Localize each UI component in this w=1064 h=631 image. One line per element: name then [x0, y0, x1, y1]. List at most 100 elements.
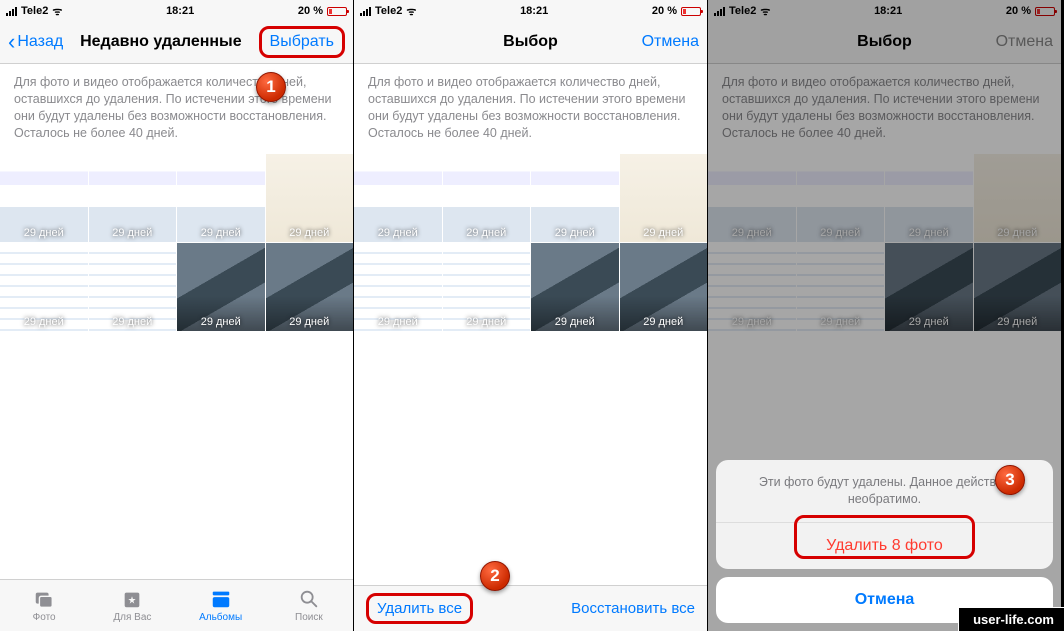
thumbnail-grid: 29 дней29 дней29 дней29 дней29 дней29 дн…: [0, 154, 353, 331]
days-remaining-label: 29 дней: [974, 316, 1062, 328]
battery-pct: 20 %: [1006, 5, 1031, 17]
status-time: 18:21: [166, 5, 194, 17]
days-remaining-label: 29 дней: [0, 316, 88, 328]
tab-photos[interactable]: Фото: [0, 580, 88, 631]
days-remaining-label: 29 дней: [89, 227, 177, 239]
wifi-icon: ᯤ: [52, 4, 62, 19]
photo-thumbnail[interactable]: 29 дней: [620, 243, 708, 331]
photo-thumbnail[interactable]: 29 дней: [708, 243, 796, 331]
chevron-left-icon: ‹: [8, 31, 15, 53]
tab-label: Альбомы: [199, 612, 242, 623]
step-badge-2: 2: [480, 561, 510, 591]
foryou-icon: [120, 588, 144, 610]
signal-icon: [6, 7, 17, 16]
days-remaining-label: 29 дней: [620, 316, 708, 328]
days-remaining-label: 29 дней: [0, 227, 88, 239]
nav-bar: Выбор Отмена: [708, 20, 1061, 64]
photo-thumbnail[interactable]: 29 дней: [89, 243, 177, 331]
days-remaining-label: 29 дней: [266, 227, 354, 239]
back-label: Назад: [17, 33, 63, 51]
days-remaining-label: 29 дней: [531, 316, 619, 328]
thumbnail-grid: 29 дней29 дней29 дней29 дней29 дней29 дн…: [708, 154, 1061, 331]
days-remaining-label: 29 дней: [708, 227, 796, 239]
status-time: 18:21: [520, 5, 548, 17]
days-remaining-label: 29 дней: [89, 316, 177, 328]
info-text: Для фото и видео отображается количество…: [0, 64, 353, 154]
thumbnail-grid: 29 дней29 дней29 дней29 дней29 дней29 дн…: [354, 154, 707, 331]
step-badge-3: 3: [995, 465, 1025, 495]
step-badge-1: 1: [256, 72, 286, 102]
screen-3: Tele2 ᯤ 18:21 20 % Выбор Отмена Для фото…: [708, 0, 1062, 631]
photo-thumbnail[interactable]: 29 дней: [531, 154, 619, 242]
status-bar: Tele2 ᯤ 18:21 20 %: [708, 0, 1061, 20]
days-remaining-label: 29 дней: [177, 227, 265, 239]
days-remaining-label: 29 дней: [266, 316, 354, 328]
photo-thumbnail[interactable]: 29 дней: [177, 243, 265, 331]
photo-thumbnail[interactable]: 29 дней: [885, 154, 973, 242]
tab-albums[interactable]: Альбомы: [177, 580, 265, 631]
days-remaining-label: 29 дней: [354, 316, 442, 328]
battery-icon: [327, 7, 347, 16]
empty-area: [0, 331, 353, 580]
photo-thumbnail[interactable]: 29 дней: [708, 154, 796, 242]
delete-photos-button[interactable]: Удалить 8 фото: [716, 523, 1053, 569]
photo-thumbnail[interactable]: 29 дней: [443, 154, 531, 242]
days-remaining-label: 29 дней: [620, 227, 708, 239]
photo-thumbnail[interactable]: 29 дней: [974, 154, 1062, 242]
signal-icon: [714, 7, 725, 16]
photo-thumbnail[interactable]: 29 дней: [0, 154, 88, 242]
info-text: Для фото и видео отображается количество…: [708, 64, 1061, 154]
days-remaining-label: 29 дней: [885, 316, 973, 328]
photo-thumbnail[interactable]: 29 дней: [89, 154, 177, 242]
carrier-label: Tele2: [21, 5, 48, 17]
nav-title: Недавно удаленные: [80, 33, 242, 51]
status-bar: Tele2 ᯤ 18:21 20 %: [0, 0, 353, 20]
days-remaining-label: 29 дней: [708, 316, 796, 328]
photo-thumbnail[interactable]: 29 дней: [177, 154, 265, 242]
photo-thumbnail[interactable]: 29 дней: [797, 154, 885, 242]
photo-thumbnail[interactable]: 29 дней: [620, 154, 708, 242]
days-remaining-label: 29 дней: [797, 227, 885, 239]
photo-thumbnail[interactable]: 29 дней: [266, 243, 354, 331]
tab-label: Поиск: [295, 612, 323, 623]
days-remaining-label: 29 дней: [443, 316, 531, 328]
albums-icon: [209, 588, 233, 610]
search-icon: [297, 588, 321, 610]
days-remaining-label: 29 дней: [354, 227, 442, 239]
wifi-icon: ᯤ: [760, 4, 770, 19]
photo-thumbnail[interactable]: 29 дней: [0, 243, 88, 331]
wifi-icon: ᯤ: [406, 4, 416, 19]
empty-area: [354, 331, 707, 586]
tab-bar: Фото Для Вас Альбомы Поиск: [0, 579, 353, 631]
battery-icon: [1035, 7, 1055, 16]
recover-all-button[interactable]: Восстановить все: [571, 600, 695, 617]
tab-foryou[interactable]: Для Вас: [88, 580, 176, 631]
battery-pct: 20 %: [298, 5, 323, 17]
photo-thumbnail[interactable]: 29 дней: [797, 243, 885, 331]
battery-pct: 20 %: [652, 5, 677, 17]
carrier-label: Tele2: [375, 5, 402, 17]
cancel-button[interactable]: Отмена: [642, 33, 699, 51]
status-bar: Tele2 ᯤ 18:21 20 %: [354, 0, 707, 20]
watermark: user-life.com: [958, 607, 1064, 631]
bottom-toolbar: Удалить все Восстановить все: [354, 585, 707, 631]
delete-all-button[interactable]: Удалить все: [366, 593, 473, 624]
back-button[interactable]: ‹ Назад: [8, 31, 63, 53]
status-time: 18:21: [874, 5, 902, 17]
tab-label: Фото: [33, 612, 56, 623]
tab-search[interactable]: Поиск: [265, 580, 353, 631]
battery-icon: [681, 7, 701, 16]
days-remaining-label: 29 дней: [797, 316, 885, 328]
photos-icon: [32, 588, 56, 610]
select-button[interactable]: Выбрать: [259, 26, 345, 58]
screen-1: Tele2 ᯤ 18:21 20 % ‹ Назад Недавно удале…: [0, 0, 354, 631]
photo-thumbnail[interactable]: 29 дней: [885, 243, 973, 331]
photo-thumbnail[interactable]: 29 дней: [354, 243, 442, 331]
days-remaining-label: 29 дней: [177, 316, 265, 328]
photo-thumbnail[interactable]: 29 дней: [266, 154, 354, 242]
photo-thumbnail[interactable]: 29 дней: [531, 243, 619, 331]
photo-thumbnail[interactable]: 29 дней: [974, 243, 1062, 331]
cancel-button[interactable]: Отмена: [996, 33, 1053, 51]
photo-thumbnail[interactable]: 29 дней: [354, 154, 442, 242]
photo-thumbnail[interactable]: 29 дней: [443, 243, 531, 331]
